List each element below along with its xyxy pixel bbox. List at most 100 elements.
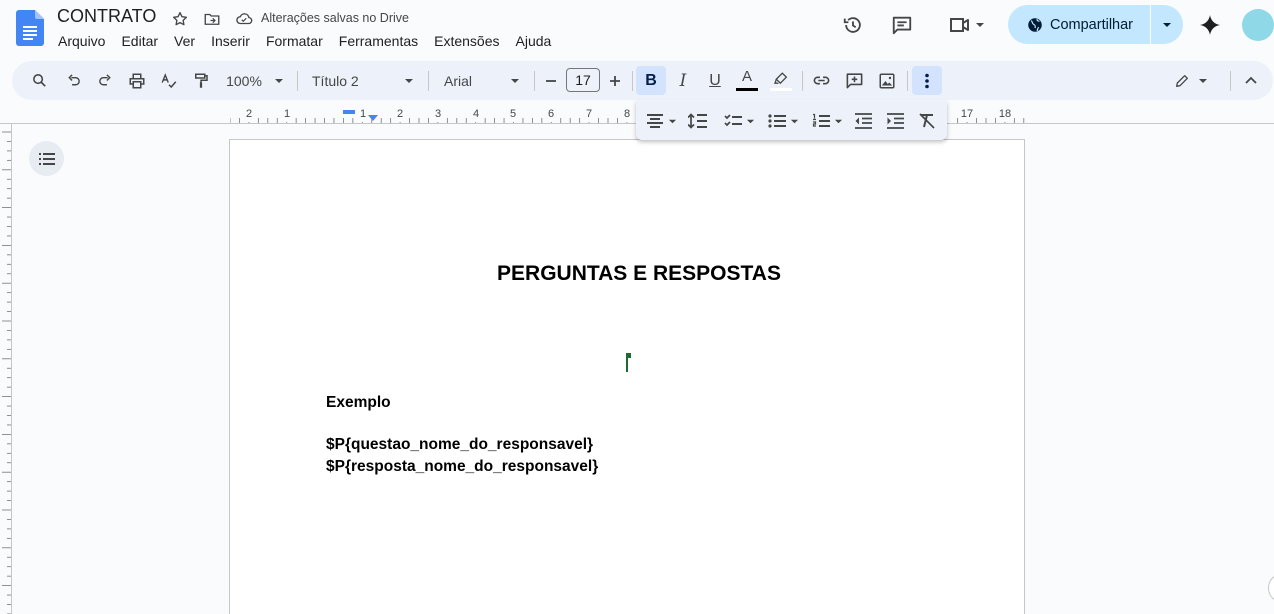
ruler-label: 1 <box>360 108 366 120</box>
toolbar-divider <box>802 71 803 91</box>
ruler-label: 2 <box>246 108 252 120</box>
body-text-line[interactable]: Exemplo <box>326 394 391 412</box>
bulleted-list-select[interactable] <box>764 109 802 133</box>
menu-ver[interactable]: Ver <box>166 31 203 51</box>
clear-formatting-button[interactable] <box>916 109 938 133</box>
meet-button[interactable] <box>940 8 992 42</box>
minus-icon <box>546 79 556 82</box>
menu-inserir[interactable]: Inserir <box>203 31 258 51</box>
chevron-down-icon <box>790 119 798 123</box>
chevron-down-icon <box>274 78 283 83</box>
ruler-label: 7 <box>586 108 592 120</box>
zoom-select[interactable]: 100% <box>222 67 288 94</box>
align-select[interactable] <box>642 109 680 133</box>
decrease-indent-icon <box>855 113 872 129</box>
text-color-button[interactable]: A <box>734 67 760 94</box>
share-button-group: Compartilhar <box>1008 5 1183 44</box>
ruler-label: 2 <box>397 108 403 120</box>
chevron-down-icon <box>405 78 413 83</box>
star-icon[interactable] <box>170 9 190 29</box>
print-icon <box>129 73 145 88</box>
more-options-button[interactable] <box>912 66 942 95</box>
print-button[interactable] <box>124 67 150 94</box>
document-title[interactable]: CONTRATO <box>57 6 156 27</box>
outline-list-icon <box>38 152 55 165</box>
ruler-label: 5 <box>510 108 516 120</box>
insert-image-button[interactable] <box>874 67 900 94</box>
share-button[interactable]: Compartilhar <box>1008 5 1150 44</box>
chevron-up-icon <box>1245 76 1257 84</box>
search-menus-button[interactable] <box>26 67 52 94</box>
add-comment-button[interactable] <box>841 67 867 94</box>
increase-indent-icon <box>887 113 904 129</box>
chevron-down-icon <box>975 23 984 27</box>
ruler-label: 8 <box>624 108 630 120</box>
checklist-select[interactable] <box>720 109 758 133</box>
menu-arquivo[interactable]: Arquivo <box>50 31 113 51</box>
document-heading[interactable]: PERGUNTAS E RESPOSTAS <box>230 262 1048 286</box>
insert-link-button[interactable] <box>808 67 834 94</box>
underline-button[interactable]: U <box>702 67 728 94</box>
decrease-font-size-button[interactable] <box>540 67 562 94</box>
toolbar-divider <box>632 71 633 91</box>
hide-menus-button[interactable] <box>1238 67 1264 94</box>
gemini-button[interactable] <box>1190 8 1230 42</box>
ruler-label: 3 <box>435 108 441 120</box>
menu-formatar[interactable]: Formatar <box>258 31 331 51</box>
redo-button[interactable] <box>92 67 118 94</box>
toolbar-divider <box>907 71 908 91</box>
menu-ferramentas[interactable]: Ferramentas <box>331 31 426 51</box>
paragraph-style-select[interactable]: Título 2 <box>310 67 416 94</box>
numbered-list-select[interactable] <box>808 109 846 133</box>
chevron-down-icon <box>511 78 519 83</box>
paragraph-style-value: Título 2 <box>312 72 359 89</box>
paint-format-button[interactable] <box>188 67 214 94</box>
avatar[interactable] <box>1242 9 1274 41</box>
comments-button[interactable] <box>882 8 922 42</box>
docs-logo-icon[interactable] <box>16 10 44 46</box>
text-color-letter: A <box>741 68 752 85</box>
share-dropdown-button[interactable] <box>1151 5 1183 44</box>
chevron-down-icon <box>746 119 754 123</box>
undo-icon <box>67 74 80 86</box>
editing-mode-select[interactable] <box>1170 67 1212 94</box>
paint-format-icon <box>195 73 208 88</box>
pencil-icon <box>1176 74 1188 87</box>
increase-font-size-button[interactable] <box>604 67 626 94</box>
formatting-toolbar: 100% Título 2 Arial 17 B I U A <box>12 61 1273 100</box>
increase-indent-button[interactable] <box>884 109 906 133</box>
cloud-saved-icon[interactable] <box>234 9 254 29</box>
add-comment-icon <box>846 73 862 89</box>
chevron-down-icon <box>1163 22 1171 27</box>
menu-extensoes[interactable]: Extensões <box>426 31 507 51</box>
vertical-ruler-divider <box>11 124 12 614</box>
toolbar-divider <box>534 71 535 91</box>
first-line-indent-marker[interactable] <box>343 110 355 114</box>
body-text-line[interactable]: $P{resposta_nome_do_responsavel} <box>326 458 598 476</box>
undo-button[interactable] <box>60 67 86 94</box>
highlight-color-button[interactable] <box>768 67 794 94</box>
decrease-indent-button[interactable] <box>852 109 874 133</box>
version-history-button[interactable] <box>833 8 873 42</box>
gemini-sparkle-icon <box>1200 15 1220 35</box>
ruler-label: 18 <box>999 108 1011 120</box>
history-icon <box>843 17 861 33</box>
toolbar-divider <box>428 71 429 91</box>
side-panel-toggle[interactable] <box>1268 573 1274 603</box>
font-select[interactable]: Arial <box>442 67 522 94</box>
body-text-line[interactable]: $P{questao_nome_do_responsavel} <box>326 436 593 454</box>
bold-button[interactable]: B <box>636 66 666 95</box>
plus-icon <box>610 75 620 86</box>
move-folder-icon[interactable] <box>202 9 222 29</box>
spellcheck-button[interactable] <box>156 67 182 94</box>
font-size-input[interactable]: 17 <box>566 68 600 92</box>
line-spacing-icon <box>688 113 707 129</box>
save-status[interactable]: Alterações salvas no Drive <box>261 11 409 25</box>
checklist-icon <box>723 114 742 127</box>
menu-editar[interactable]: Editar <box>113 31 166 51</box>
italic-button[interactable]: I <box>670 67 696 94</box>
document-outline-button[interactable] <box>29 141 64 176</box>
document-page[interactable]: PERGUNTAS E RESPOSTAS Exemplo $P{questao… <box>229 139 1025 614</box>
line-spacing-button[interactable] <box>686 109 710 133</box>
menu-ajuda[interactable]: Ajuda <box>508 31 560 51</box>
